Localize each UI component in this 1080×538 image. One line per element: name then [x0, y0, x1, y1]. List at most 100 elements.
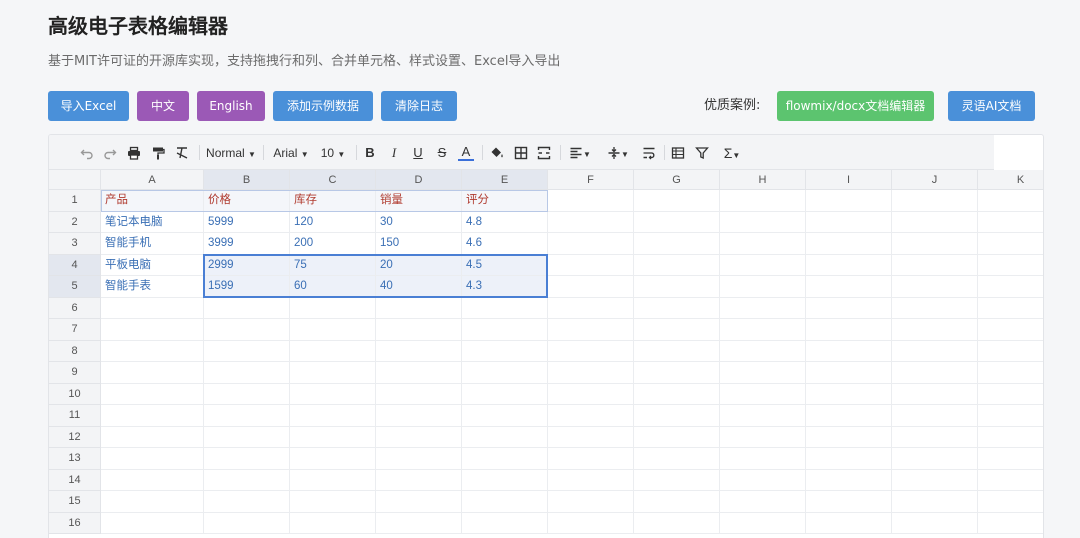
- column-header-i[interactable]: I: [806, 170, 892, 190]
- clear-format-icon[interactable]: [174, 143, 190, 163]
- add-sample-data-button[interactable]: 添加示例数据: [273, 91, 373, 121]
- cell-h14[interactable]: [720, 469, 806, 491]
- cell-g16[interactable]: [634, 512, 720, 534]
- cell-h4[interactable]: [720, 254, 806, 276]
- cell-i5[interactable]: [806, 276, 892, 298]
- cell-j9[interactable]: [892, 362, 978, 384]
- cell-g10[interactable]: [634, 383, 720, 405]
- cell-f11[interactable]: [548, 405, 634, 427]
- cell-b8[interactable]: [204, 340, 290, 362]
- cell-d2[interactable]: 30: [376, 211, 462, 233]
- cell-c10[interactable]: [290, 383, 376, 405]
- row-header-8[interactable]: 8: [49, 340, 101, 362]
- cell-c8[interactable]: [290, 340, 376, 362]
- cell-k2[interactable]: [978, 212, 1043, 233]
- cell-f10[interactable]: [548, 383, 634, 405]
- column-header-d[interactable]: D: [376, 170, 462, 190]
- cell-a8[interactable]: [101, 340, 204, 362]
- cell-f3[interactable]: [548, 233, 634, 255]
- cell-a3[interactable]: 智能手机: [101, 233, 204, 255]
- cell-b15[interactable]: [204, 491, 290, 513]
- cell-d1[interactable]: 销量: [376, 190, 462, 212]
- style-select[interactable]: Normal ▼: [205, 143, 257, 163]
- cell-a12[interactable]: [101, 426, 204, 448]
- cell-j5[interactable]: [892, 276, 978, 298]
- cell-i8[interactable]: [806, 340, 892, 362]
- lang-zh-button[interactable]: 中文: [137, 91, 189, 121]
- cell-e2[interactable]: 4.8: [462, 211, 548, 233]
- cell-a10[interactable]: [101, 383, 204, 405]
- cell-d9[interactable]: [376, 362, 462, 384]
- strikethrough-icon[interactable]: S: [435, 143, 449, 163]
- cell-h11[interactable]: [720, 405, 806, 427]
- cell-g2[interactable]: [634, 211, 720, 233]
- cell-k4[interactable]: [978, 255, 1043, 276]
- cell-f14[interactable]: [548, 469, 634, 491]
- cell-b9[interactable]: [204, 362, 290, 384]
- cell-b14[interactable]: [204, 469, 290, 491]
- column-header-c[interactable]: C: [290, 170, 376, 190]
- cell-c11[interactable]: [290, 405, 376, 427]
- cell-b11[interactable]: [204, 405, 290, 427]
- cell-b3[interactable]: 3999: [204, 233, 290, 255]
- cell-f16[interactable]: [548, 512, 634, 534]
- cell-e1[interactable]: 评分: [462, 190, 548, 212]
- cell-b4[interactable]: 2999: [204, 254, 290, 276]
- font-select[interactable]: Arial ▼: [271, 143, 311, 163]
- cell-e13[interactable]: [462, 448, 548, 470]
- cell-j11[interactable]: [892, 405, 978, 427]
- row-header-5[interactable]: 5: [49, 276, 101, 298]
- cell-b6[interactable]: [204, 297, 290, 319]
- paint-format-icon[interactable]: [150, 143, 166, 163]
- borders-icon[interactable]: [513, 143, 529, 163]
- cell-j7[interactable]: [892, 319, 978, 341]
- cell-a7[interactable]: [101, 319, 204, 341]
- cell-c3[interactable]: 200: [290, 233, 376, 255]
- undo-icon[interactable]: [79, 143, 95, 163]
- cell-a16[interactable]: [101, 512, 204, 534]
- cell-j13[interactable]: [892, 448, 978, 470]
- row-header-1[interactable]: 1: [49, 190, 101, 212]
- cell-h13[interactable]: [720, 448, 806, 470]
- cell-d6[interactable]: [376, 297, 462, 319]
- cell-c16[interactable]: [290, 512, 376, 534]
- cell-c6[interactable]: [290, 297, 376, 319]
- column-header-f[interactable]: F: [548, 170, 634, 190]
- lingyu-case-button[interactable]: 灵语AI文档: [948, 91, 1035, 121]
- cell-d5[interactable]: 40: [376, 276, 462, 298]
- cell-a5[interactable]: 智能手表: [101, 276, 204, 298]
- cell-d14[interactable]: [376, 469, 462, 491]
- cell-e8[interactable]: [462, 340, 548, 362]
- row-header-6[interactable]: 6: [49, 297, 101, 319]
- lang-en-button[interactable]: English: [197, 91, 265, 121]
- cell-i12[interactable]: [806, 426, 892, 448]
- cell-g6[interactable]: [634, 297, 720, 319]
- cell-i11[interactable]: [806, 405, 892, 427]
- cell-i15[interactable]: [806, 491, 892, 513]
- redo-icon[interactable]: [102, 143, 118, 163]
- cell-b5[interactable]: 1599: [204, 276, 290, 298]
- italic-icon[interactable]: I: [387, 143, 401, 163]
- row-header-10[interactable]: 10: [49, 383, 101, 405]
- cell-c7[interactable]: [290, 319, 376, 341]
- cell-b1[interactable]: 价格: [204, 190, 290, 212]
- cell-f2[interactable]: [548, 211, 634, 233]
- cell-h10[interactable]: [720, 383, 806, 405]
- cell-c12[interactable]: [290, 426, 376, 448]
- cell-c14[interactable]: [290, 469, 376, 491]
- cell-a11[interactable]: [101, 405, 204, 427]
- cell-d3[interactable]: 150: [376, 233, 462, 255]
- row-header-16[interactable]: 16: [49, 512, 101, 534]
- cell-i4[interactable]: [806, 254, 892, 276]
- cell-k10[interactable]: [978, 384, 1043, 405]
- cell-a14[interactable]: [101, 469, 204, 491]
- cell-i3[interactable]: [806, 233, 892, 255]
- row-header-12[interactable]: 12: [49, 426, 101, 448]
- cell-c15[interactable]: [290, 491, 376, 513]
- cell-j3[interactable]: [892, 233, 978, 255]
- cell-b2[interactable]: 5999: [204, 211, 290, 233]
- cell-j2[interactable]: [892, 211, 978, 233]
- cell-a1[interactable]: 产品: [101, 190, 204, 212]
- cell-i16[interactable]: [806, 512, 892, 534]
- font-size-select[interactable]: 10 ▼: [318, 143, 348, 163]
